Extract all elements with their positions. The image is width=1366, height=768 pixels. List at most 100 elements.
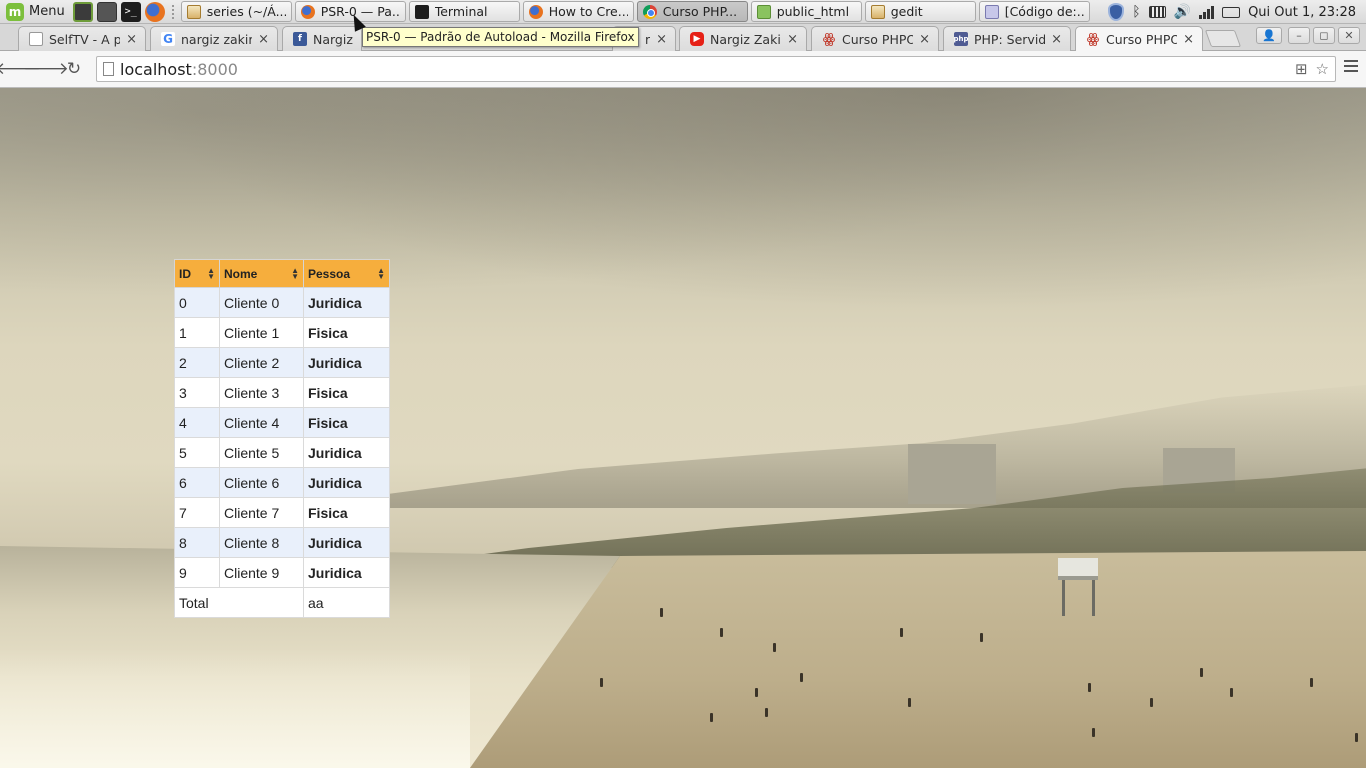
- folder-icon: [756, 4, 771, 19]
- table-row: 8 Cliente 8 Juridica: [174, 527, 390, 558]
- tab-title: PHP: Servidor: [974, 31, 1046, 47]
- column-header-pessoa[interactable]: Pessoa ▲ ▼: [303, 259, 390, 288]
- taskbar-label: series (~/Á...: [206, 4, 286, 19]
- tab-selftv[interactable]: SelfTV - A prin ×: [18, 26, 146, 51]
- tab-nargiz-youtube[interactable]: ▶ Nargiz Zakirov ×: [679, 26, 807, 51]
- tab-title: SelfTV - A prin: [49, 31, 121, 47]
- table-body: 0 Cliente 0 Juridica 1 Cliente 1 Fisica 2 Clien…: [174, 287, 390, 588]
- column-header-nome[interactable]: Nome ▲ ▼: [219, 259, 304, 288]
- tab-curso-phpoo-active[interactable]: ꙮ Curso PHPOO ×: [1075, 26, 1203, 51]
- clients-table: ID ▲ ▼ Nome ▲ ▼ Pessoa ▲ ▼ 0 Cliente 0 Juridica 1…: [174, 259, 390, 618]
- start-menu-button[interactable]: m Menu: [0, 0, 71, 24]
- cell-id: 5: [174, 437, 220, 468]
- cell-pessoa: Juridica: [303, 437, 390, 468]
- minimize-button[interactable]: –: [1288, 27, 1310, 44]
- table-total-row: Total aa: [174, 587, 390, 618]
- close-icon: ✕: [1344, 29, 1354, 42]
- profile-button[interactable]: 👤: [1256, 27, 1282, 44]
- tab-php-servidor[interactable]: php PHP: Servidor ×: [943, 26, 1071, 51]
- page-icon: [103, 62, 114, 76]
- new-tab-button[interactable]: [1204, 30, 1242, 47]
- system-monitor-launcher-icon[interactable]: [72, 1, 93, 22]
- person-icon: 👤: [1262, 29, 1276, 42]
- taskbar-button-curso-php[interactable]: Curso PHP...: [636, 1, 748, 22]
- php-icon: php: [954, 32, 969, 46]
- panel-separator: [171, 4, 178, 19]
- bluetooth-icon[interactable]: ᛒ: [1132, 0, 1140, 24]
- table-row: 0 Cliente 0 Juridica: [174, 287, 390, 318]
- cat-icon: ꙮ: [822, 31, 836, 47]
- column-header-id[interactable]: ID ▲ ▼: [174, 259, 220, 288]
- taskbar-button-terminal[interactable]: Terminal: [408, 1, 520, 22]
- cell-pessoa: Fisica: [303, 377, 390, 408]
- header-label: Nome: [224, 266, 258, 281]
- tab-close-icon[interactable]: ×: [258, 32, 269, 47]
- taskbar-button-series[interactable]: series (~/Á...: [180, 1, 292, 22]
- gedit-icon: [186, 4, 201, 19]
- tab-title: Curso PHPOO: [1106, 31, 1178, 47]
- tab-title: ream: [645, 31, 650, 47]
- clock[interactable]: Qui Out 1, 23:28: [1248, 5, 1356, 20]
- tab-title: Curso PHPOO: [842, 31, 914, 47]
- save-launcher-icon[interactable]: [96, 1, 117, 22]
- cell-pessoa: Juridica: [303, 347, 390, 378]
- cell-nome: Cliente 4: [219, 407, 304, 438]
- firefox-icon: [300, 4, 315, 19]
- cell-nome: Cliente 2: [219, 347, 304, 378]
- youtube-icon: ▶: [690, 32, 704, 46]
- table-row: 6 Cliente 6 Juridica: [174, 467, 390, 498]
- reload-button[interactable]: ↻: [60, 55, 88, 83]
- taskbar-label: Terminal: [434, 4, 488, 19]
- chrome-icon: [642, 4, 657, 19]
- cell-id: 1: [174, 317, 220, 348]
- tab-nargiz-facebook[interactable]: f Nargiz Za: [282, 26, 362, 51]
- table-row: 5 Cliente 5 Juridica: [174, 437, 390, 468]
- cell-id: 3: [174, 377, 220, 408]
- tab-title: Nargiz Zakirov: [710, 31, 781, 47]
- taskbar-label: How to Cre...: [548, 4, 628, 19]
- table-row: 2 Cliente 2 Juridica: [174, 347, 390, 378]
- url-host: localhost: [120, 59, 192, 79]
- terminal-launcher-icon[interactable]: >_: [120, 1, 141, 22]
- translate-icon[interactable]: ⊞: [1295, 60, 1308, 78]
- cell-id: 2: [174, 347, 220, 378]
- taskbar-label: gedit: [890, 4, 923, 19]
- taskbar-label: public_html: [776, 4, 850, 19]
- cell-nome: Cliente 6: [219, 467, 304, 498]
- bookmark-star-icon[interactable]: ☆: [1316, 60, 1329, 78]
- maximize-button[interactable]: ◻: [1313, 27, 1335, 44]
- tab-close-icon[interactable]: ×: [656, 32, 667, 47]
- sort-icon: ▲ ▼: [207, 266, 215, 281]
- battery-icon[interactable]: [1222, 6, 1241, 18]
- network-signal-icon[interactable]: [1199, 5, 1215, 19]
- cell-pessoa: Juridica: [303, 467, 390, 498]
- tab-close-icon[interactable]: ×: [919, 32, 930, 47]
- cell-id: 6: [174, 467, 220, 498]
- taskbar-button-how-to[interactable]: How to Cre...: [522, 1, 634, 22]
- total-value: aa: [303, 587, 390, 618]
- taskbar-button-codigo[interactable]: [Código de:...: [978, 1, 1090, 22]
- tab-nargiz-google[interactable]: G nargiz zakirov ×: [150, 26, 278, 51]
- forward-button[interactable]: 🡒: [23, 55, 69, 83]
- table-row: 1 Cliente 1 Fisica: [174, 317, 390, 348]
- keyboard-icon[interactable]: [1148, 6, 1166, 18]
- volume-icon[interactable]: 🔊: [1174, 0, 1191, 24]
- sort-icon: ▲ ▼: [377, 266, 385, 281]
- tab-close-icon[interactable]: ×: [1051, 32, 1062, 47]
- firefox-launcher-icon[interactable]: [144, 1, 165, 22]
- close-window-button[interactable]: ✕: [1338, 27, 1360, 44]
- facebook-icon: f: [293, 32, 307, 46]
- chrome-menu-button[interactable]: [1344, 60, 1358, 75]
- tab-curso-phpoo-1[interactable]: ꙮ Curso PHPOO ×: [811, 26, 939, 51]
- page-viewport: ID ▲ ▼ Nome ▲ ▼ Pessoa ▲ ▼ 0 Cliente 0 Juridica 1…: [0, 88, 1366, 768]
- tab-close-icon[interactable]: ×: [787, 32, 798, 47]
- header-label: ID: [179, 266, 191, 281]
- shield-icon[interactable]: [1108, 3, 1125, 21]
- tab-close-icon[interactable]: ×: [126, 32, 137, 47]
- cell-nome: Cliente 5: [219, 437, 304, 468]
- tab-close-icon[interactable]: ×: [1183, 32, 1194, 47]
- address-bar[interactable]: localhost:8000 ⊞ ☆: [96, 56, 1336, 82]
- taskbar-button-gedit[interactable]: gedit: [864, 1, 976, 22]
- table-row: 7 Cliente 7 Fisica: [174, 497, 390, 528]
- taskbar-button-public-html[interactable]: public_html: [750, 1, 862, 22]
